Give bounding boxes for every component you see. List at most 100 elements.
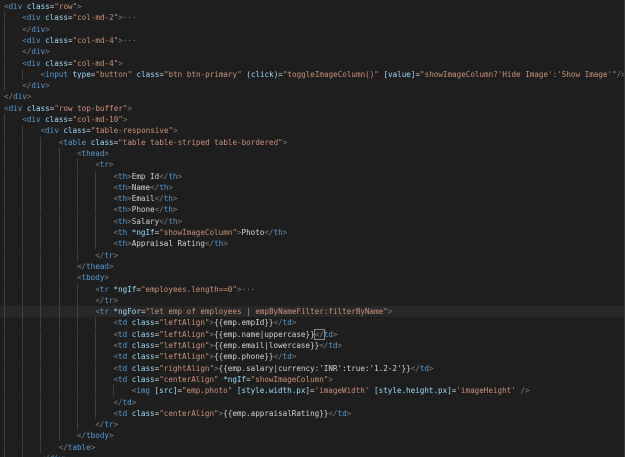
indent-guide <box>58 249 60 261</box>
code-tag-name: table <box>67 442 91 452</box>
code-line[interactable]: <input type="button" class="btn btn-prim… <box>0 68 625 80</box>
indent-guide <box>40 396 42 408</box>
code-line[interactable]: <th>Appraisal Rating</th> <box>0 238 625 250</box>
code-line[interactable]: <table class="table table-striped table-… <box>0 136 625 148</box>
code-bracket: </ <box>273 318 283 328</box>
code-line[interactable]: <div class="col-md-4"> <box>0 57 625 69</box>
code-line[interactable]: </div> <box>0 80 625 92</box>
indent-guide <box>22 430 24 442</box>
code-line[interactable]: <th>Name</th> <box>0 181 625 193</box>
code-string: "col-md-2" <box>72 13 119 23</box>
code-string: "leftAlign" <box>159 318 210 328</box>
indent-guide <box>95 238 97 250</box>
indent-guide <box>22 407 24 419</box>
code-line[interactable]: <td class="centerAlign" *ngIf="showImage… <box>0 373 625 385</box>
indent-guide <box>95 351 97 363</box>
code-string: "showImageColumn" <box>250 374 329 384</box>
code-line[interactable]: <th>Salary</th> <box>0 215 625 227</box>
code-line[interactable]: </table> <box>0 441 625 453</box>
code-tag-name: td <box>118 329 128 339</box>
code-tag-name: th <box>118 182 128 192</box>
code-tag-name: tr <box>104 420 114 430</box>
code-line[interactable]: <div class="row"> <box>0 1 625 12</box>
code-bracket: /> <box>616 69 625 79</box>
indent-guide <box>22 227 24 238</box>
code-attribute: class <box>136 69 160 79</box>
indent-guide <box>58 283 60 295</box>
code-line[interactable]: <div class="col-md-2">··· <box>0 12 625 24</box>
code-line[interactable]: </div> <box>0 46 625 58</box>
code-line[interactable]: <td class="rightAlign">{{emp.salary|curr… <box>0 362 625 374</box>
code-line[interactable]: <td class="leftAlign">{{emp.phone}}</td> <box>0 351 625 363</box>
code-bracket: > <box>291 352 297 362</box>
indent-guide <box>4 396 5 408</box>
code-tag-name: div <box>26 58 41 68</box>
code-line[interactable]: </tr> <box>0 249 625 261</box>
code-line[interactable]: <td class="leftAlign">{{emp.email|lowerc… <box>0 340 625 351</box>
code-line[interactable]: </tr> <box>0 419 625 431</box>
code-line[interactable]: <div class="row top-buffer"> <box>0 103 625 114</box>
indent-guide <box>22 294 24 306</box>
indent-guide <box>4 272 5 284</box>
code-line[interactable]: <td class="leftAlign">{{emp.name|upperca… <box>0 328 625 340</box>
code-tag-name: th <box>214 239 224 249</box>
indent-guide <box>22 362 24 374</box>
indent-guide <box>95 227 97 238</box>
code-line[interactable]: <div class="table-responsive"> <box>0 125 625 137</box>
code-line[interactable]: <img [src]="emp.photo" [style.width.px]=… <box>0 385 625 397</box>
cursor-bracket-match: </ <box>313 328 325 340</box>
indent-guide <box>22 238 24 250</box>
indent-guide <box>76 362 78 374</box>
indent-guide <box>22 181 24 193</box>
code-line[interactable]: <tr *ngIf="employees.length==0">··· <box>0 283 625 295</box>
code-bracket: > <box>113 250 119 260</box>
code-line[interactable]: </div> <box>0 23 625 35</box>
code-line[interactable]: <div class="col-md-10"> <box>0 114 625 125</box>
indent-guide <box>58 272 60 284</box>
code-line[interactable]: </div> <box>0 91 625 102</box>
code-tag-name: td <box>118 341 128 350</box>
fold-ellipsis-icon[interactable]: ··· <box>242 285 256 294</box>
code-line[interactable]: </tr> <box>0 294 625 306</box>
code-line[interactable]: <thead> <box>0 147 625 159</box>
code-bracket: > <box>108 160 114 170</box>
code-line[interactable]: <tr *ngFor="let emp of employees | empBy… <box>0 306 625 318</box>
code-line[interactable]: </tbody> <box>0 430 625 442</box>
indent-guide <box>22 441 24 453</box>
indent-guide <box>76 294 78 306</box>
code-line[interactable]: </thead> <box>0 260 625 272</box>
indent-guide <box>22 306 24 318</box>
fold-ellipsis-icon[interactable]: ··· <box>123 13 137 22</box>
code-line[interactable]: <tr> <box>0 159 625 171</box>
indent-guide <box>22 68 24 80</box>
code-line[interactable]: <td class="centerAlign">{{emp.appraisalR… <box>0 407 625 419</box>
code-tag-name: th <box>168 216 178 226</box>
indent-guide <box>95 317 97 329</box>
indent-guide <box>4 215 5 227</box>
code-tag-name: input <box>45 69 68 79</box>
code-attribute: type <box>72 69 91 79</box>
code-line[interactable]: </div> <box>0 453 625 457</box>
code-line[interactable]: <th>Emp Id</th> <box>0 170 625 182</box>
code-line[interactable]: <div class="col-md-4">··· <box>0 34 625 46</box>
code-attribute: [src] <box>154 386 178 396</box>
indent-guide <box>95 385 97 397</box>
indent-guide <box>40 306 42 318</box>
indent-guide <box>58 204 60 216</box>
code-tag-name: div <box>26 115 41 124</box>
code-line[interactable]: <th *ngIf="showImageColumn">Photo</th> <box>0 227 625 238</box>
code-line[interactable]: <td class="leftAlign">{{emp.empId}}</td> <box>0 317 625 329</box>
code-tag-name: div <box>8 2 23 11</box>
code-line[interactable]: <th>Phone</th> <box>0 204 625 216</box>
code-line[interactable]: <tbody> <box>0 272 625 284</box>
indent-guide <box>58 193 60 205</box>
fold-ellipsis-icon[interactable]: ··· <box>123 36 137 45</box>
code-string: 'imageHeight' <box>456 386 516 396</box>
code-line[interactable]: </td> <box>0 396 625 408</box>
code-editor[interactable]: <div class="row"> <div class="col-md-2">·… <box>0 0 625 457</box>
code-line[interactable]: <th>Email</th> <box>0 193 625 205</box>
